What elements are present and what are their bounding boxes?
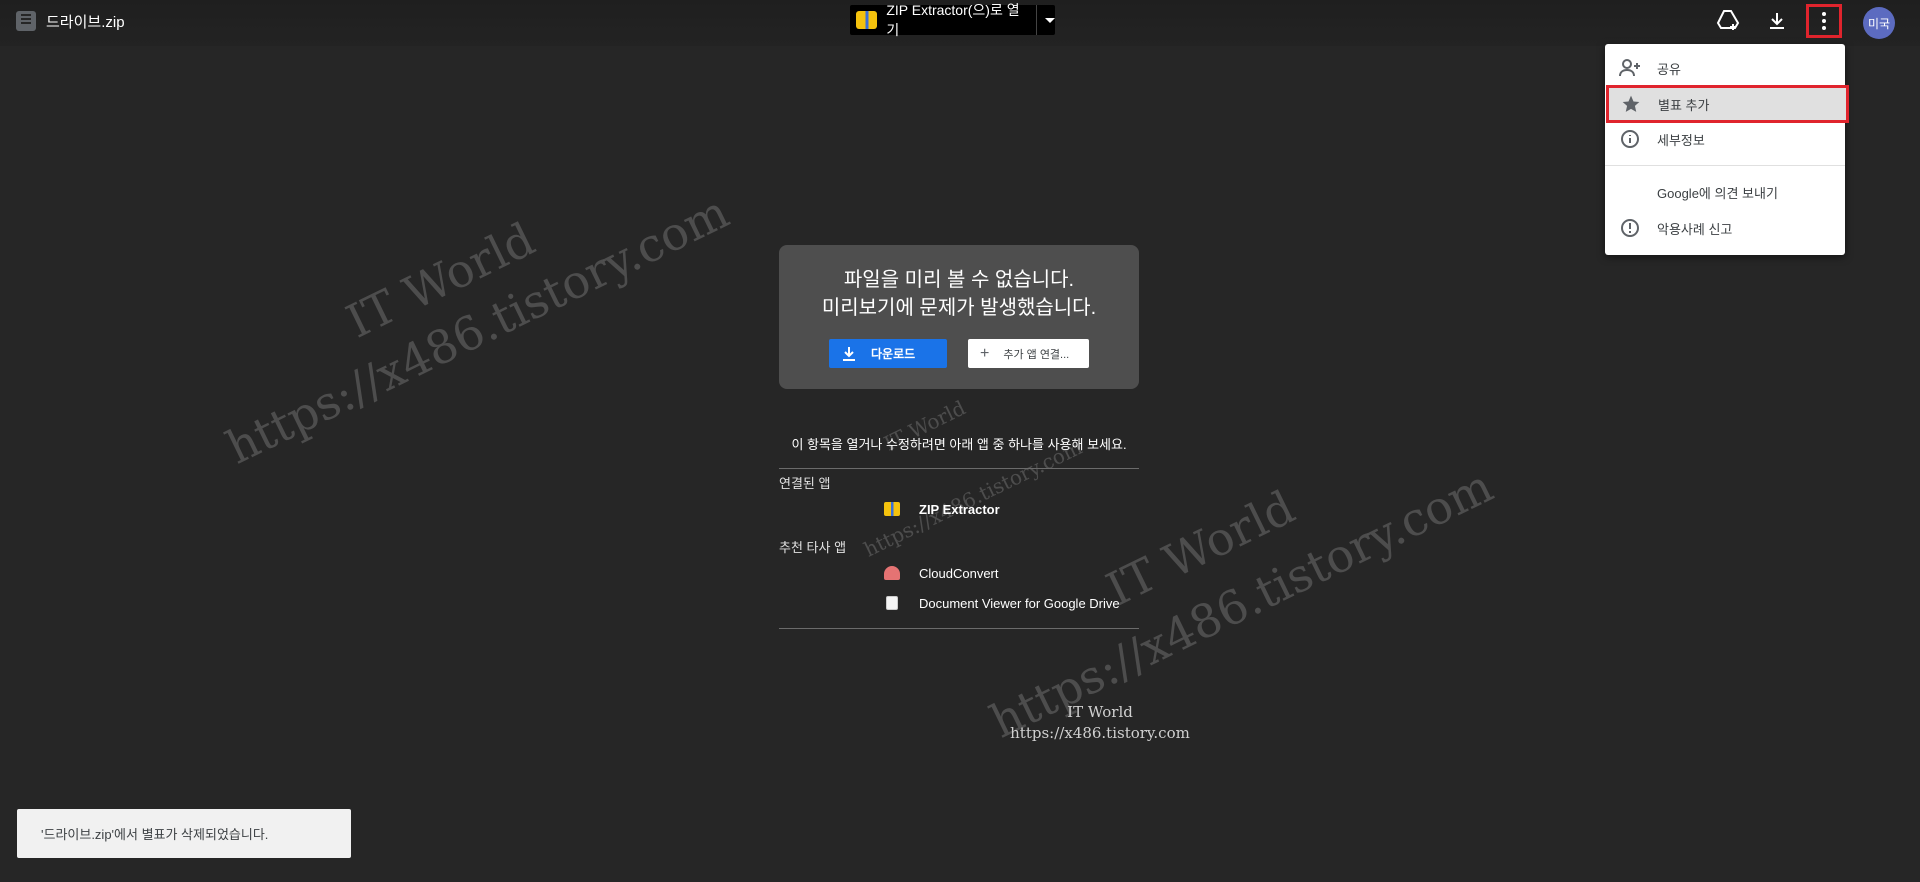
plus-icon: + xyxy=(980,344,990,362)
watermark-small-url: https://x486.tistory.com xyxy=(1010,724,1190,742)
more-vert-icon xyxy=(1822,12,1826,30)
zip-extractor-icon xyxy=(884,502,900,516)
menu-item-report-abuse[interactable]: 악용사례 신고 xyxy=(1605,211,1845,245)
toast-notification: '드라이브.zip'에서 별표가 삭제되었습니다. xyxy=(17,809,351,858)
menu-item-label: 공유 xyxy=(1657,61,1681,77)
chevron-down-icon[interactable] xyxy=(1045,17,1055,23)
download-icon xyxy=(843,346,855,361)
menu-item-label: Google에 의견 보내기 xyxy=(1657,185,1778,201)
watermark-url-1: https://x486.tistory.com xyxy=(218,184,737,475)
menu-item-label: 악용사례 신고 xyxy=(1657,221,1733,237)
app-name: ZIP Extractor xyxy=(919,501,1000,517)
document-viewer-icon xyxy=(886,596,898,610)
apps-hint: 이 항목을 열거나 수정하려면 아래 앱 중 하나를 사용해 보세요. xyxy=(791,437,1127,452)
divider xyxy=(779,628,1139,629)
menu-item-add-star[interactable]: 별표 추가 xyxy=(1606,85,1849,123)
app-row-document-viewer[interactable]: Document Viewer for Google Drive xyxy=(884,593,1120,613)
open-with-label: ZIP Extractor(으)로 열기 xyxy=(886,2,1020,38)
file-title: 드라이브.zip xyxy=(46,14,125,31)
menu-item-share[interactable]: 공유 xyxy=(1605,51,1845,85)
menu-divider xyxy=(1605,165,1845,166)
star-icon xyxy=(1619,92,1643,116)
report-icon xyxy=(1618,216,1642,240)
watermark-small-title: IT World xyxy=(1067,703,1133,721)
download-icon[interactable] xyxy=(1765,9,1789,33)
error-subtitle: 미리보기에 문제가 발생했습니다. xyxy=(821,297,1097,319)
toast-message: '드라이브.zip'에서 별표가 삭제되었습니다. xyxy=(41,827,269,842)
info-icon xyxy=(1618,127,1642,151)
preview-error-card: 파일을 미리 볼 수 없습니다. 미리보기에 문제가 발생했습니다. 다운로드 … xyxy=(779,245,1139,389)
open-with-button[interactable]: ZIP Extractor(으)로 열기 xyxy=(850,2,1055,38)
recommended-apps-label: 추천 타사 앱 xyxy=(779,540,847,555)
avatar[interactable]: 미국 xyxy=(1863,7,1895,39)
more-actions-menu: 공유 별표 추가 세부정보 Google에 의견 보내기 악용사례 신고 xyxy=(1605,44,1849,255)
menu-item-details[interactable]: 세부정보 xyxy=(1605,122,1845,156)
archive-file-icon xyxy=(16,11,36,31)
app-name: Document Viewer for Google Drive xyxy=(919,595,1120,611)
download-label: 다운로드 xyxy=(871,347,916,361)
menu-item-label: 별표 추가 xyxy=(1658,97,1710,113)
menu-item-label: 세부정보 xyxy=(1657,132,1705,148)
top-bar: 드라이브.zip ZIP Extractor(으)로 열기 미국 xyxy=(0,0,1920,46)
app-name: CloudConvert xyxy=(919,565,999,581)
cloudconvert-icon xyxy=(884,566,900,580)
menu-item-send-feedback[interactable]: Google에 의견 보내기 xyxy=(1605,175,1845,209)
connect-label: 추가 앱 연결... xyxy=(1003,348,1070,361)
connected-apps-label: 연결된 앱 xyxy=(779,476,831,491)
app-row-cloudconvert[interactable]: CloudConvert xyxy=(884,563,999,583)
error-title: 파일을 미리 볼 수 없습니다. xyxy=(843,269,1075,291)
download-button[interactable]: 다운로드 xyxy=(829,339,947,368)
more-actions-button[interactable] xyxy=(1806,4,1842,38)
app-row-zip-extractor[interactable]: ZIP Extractor xyxy=(884,499,1000,519)
zip-extractor-icon xyxy=(856,11,878,29)
divider xyxy=(1036,5,1037,35)
divider xyxy=(779,468,1139,469)
connect-more-apps-button[interactable]: + 추가 앱 연결... xyxy=(968,339,1089,368)
add-to-drive-icon[interactable] xyxy=(1716,9,1740,33)
person-add-icon xyxy=(1618,56,1642,80)
